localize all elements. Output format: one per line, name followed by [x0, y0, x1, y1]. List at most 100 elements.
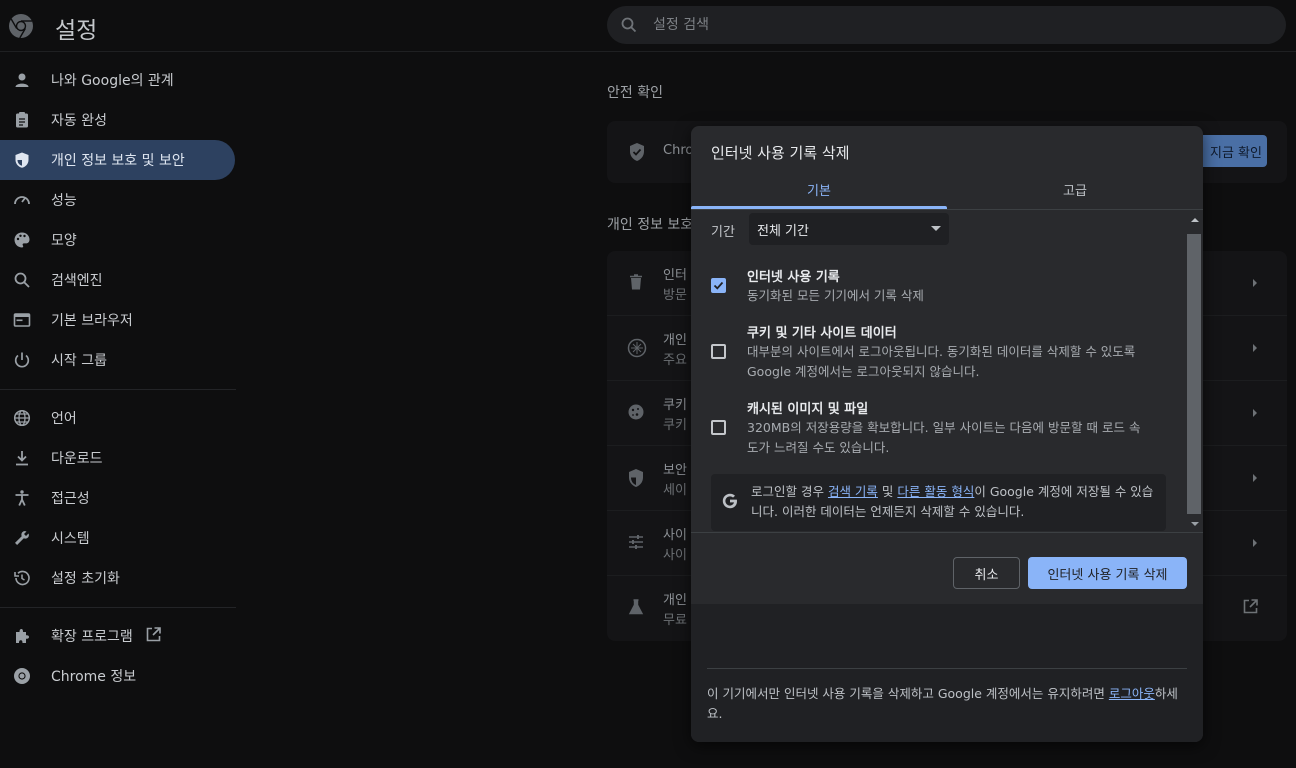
- tab-basic[interactable]: 기본: [691, 170, 947, 209]
- sidebar-item-label: 자동 완성: [51, 113, 107, 129]
- google-note-text: 로그인할 경우 검색 기록 및 다른 활동 형식이 Google 계정에 저장될…: [751, 482, 1161, 522]
- row-subtitle: 세이: [663, 483, 687, 498]
- cookie-icon: [628, 404, 644, 420]
- active-tab-indicator: [691, 206, 947, 209]
- sidebar-item-label: 나와 Google의 관계: [51, 73, 174, 89]
- option-title: 인터넷 사용 기록: [747, 270, 840, 285]
- option-cache: 캐시된 이미지 및 파일 320MB의 저장용량을 확보합니다. 일부 사이트는…: [711, 398, 1161, 458]
- sidebar-item-appearance[interactable]: 모양: [0, 220, 240, 260]
- accessibility-icon: [12, 488, 32, 508]
- option-title: 캐시된 이미지 및 파일: [747, 402, 869, 417]
- search-input[interactable]: [653, 6, 1253, 44]
- power-icon: [12, 350, 32, 370]
- sidebar-item-privacy[interactable]: 개인 정보 보호 및 보안: [0, 140, 235, 180]
- page-title: 설정: [55, 18, 98, 44]
- row-title: 개인: [663, 333, 687, 348]
- sidebar-item-autofill[interactable]: 자동 완성: [0, 100, 240, 140]
- sidebar-item-reset[interactable]: 설정 초기화: [0, 558, 240, 598]
- sign-out-link[interactable]: 로그아웃: [1109, 686, 1155, 701]
- chevron-right-icon: [1253, 539, 1257, 547]
- search-history-link[interactable]: 검색 기록: [828, 484, 878, 499]
- option-browsing-history: 인터넷 사용 기록 동기화된 모든 기기에서 기록 삭제: [711, 266, 1161, 306]
- shield-icon: [12, 150, 32, 170]
- cache-checkbox[interactable]: [711, 420, 726, 435]
- sidebar-item-search-engine[interactable]: 검색엔진: [0, 260, 240, 300]
- option-description: 동기화된 모든 기기에서 기록 삭제: [747, 288, 924, 303]
- note-text: 및: [877, 484, 898, 499]
- browsing-history-checkbox[interactable]: [711, 278, 726, 293]
- dialog-scroll-area: 기간 전체 기간 인터넷 사용 기록 동기화된 모든 기기에서 기록 삭제 쿠키…: [691, 210, 1203, 532]
- clipboard-icon: [12, 110, 32, 130]
- privacy-section-title: 개인 정보 보호: [607, 217, 694, 233]
- shield-icon: [629, 469, 643, 487]
- other-activity-link[interactable]: 다른 활동 형식: [897, 484, 974, 499]
- time-range-select[interactable]: 전체 기간: [749, 213, 949, 245]
- sidebar-item-languages[interactable]: 언어: [0, 398, 240, 438]
- sidebar-divider: [0, 389, 236, 390]
- chrome-logo-icon: [9, 14, 33, 39]
- sidebar-item-label: 접근성: [51, 491, 90, 507]
- sidebar-item-label: 언어: [51, 411, 77, 427]
- search-icon: [12, 270, 32, 290]
- safety-check-title: 안전 확인: [607, 85, 663, 101]
- chevron-right-icon: [1253, 279, 1257, 287]
- trash-icon: [630, 274, 642, 290]
- option-description: 320MB의 저장용량을 확보합니다. 일부 사이트는 다음에 방문할 때 로드…: [747, 420, 1141, 455]
- shield-check-icon: [630, 143, 644, 161]
- clear-data-button[interactable]: 인터넷 사용 기록 삭제: [1028, 557, 1187, 589]
- note-text: 로그인할 경우: [751, 484, 828, 499]
- sidebar-item-performance[interactable]: 성능: [0, 180, 240, 220]
- sidebar-item-startup[interactable]: 시작 그룹: [0, 340, 240, 380]
- sidebar-item-label: 다운로드: [51, 451, 103, 467]
- sidebar-item-about-chrome[interactable]: Chrome 정보: [0, 656, 240, 696]
- sidebar-item-label: Chrome 정보: [51, 669, 137, 685]
- compass-icon: [627, 338, 647, 358]
- sidebar-item-default-browser[interactable]: 기본 브라우저: [0, 300, 240, 340]
- cookies-checkbox[interactable]: [711, 344, 726, 359]
- row-title: 사이: [663, 528, 687, 543]
- row-subtitle: 사이: [663, 548, 687, 563]
- footer-note: 이 기기에서만 인터넷 사용 기록을 삭제하고 Google 계정에서는 유지하…: [707, 686, 1109, 701]
- tab-advanced[interactable]: 고급: [947, 170, 1203, 209]
- dropdown-arrow-icon: [931, 226, 941, 231]
- check-now-button[interactable]: 지금 확인: [1195, 135, 1267, 167]
- time-range-value: 전체 기간: [757, 223, 809, 239]
- sidebar-item-label: 검색엔진: [51, 273, 103, 289]
- scrollbar-thumb[interactable]: [1187, 234, 1201, 514]
- dialog-footer: 이 기기에서만 인터넷 사용 기록을 삭제하고 Google 계정에서는 유지하…: [691, 604, 1203, 742]
- sidebar-item-label: 개인 정보 보호 및 보안: [51, 153, 185, 169]
- top-bar: 설정: [0, 0, 1296, 52]
- speedometer-icon: [12, 190, 32, 210]
- sidebar-item-system[interactable]: 시스템: [0, 518, 240, 558]
- sidebar-item-accessibility[interactable]: 접근성: [0, 478, 240, 518]
- google-g-icon: [722, 493, 737, 509]
- sidebar-divider: [0, 607, 236, 608]
- external-link-icon: [1243, 599, 1258, 614]
- wrench-icon: [12, 528, 32, 548]
- row-subtitle: 무료: [663, 613, 687, 628]
- chrome-icon: [12, 666, 32, 686]
- chevron-right-icon: [1253, 344, 1257, 352]
- palette-icon: [12, 230, 32, 250]
- sidebar-item-extensions[interactable]: 확장 프로그램: [0, 616, 240, 656]
- row-subtitle: 방문: [663, 288, 687, 303]
- sidebar-item-downloads[interactable]: 다운로드: [0, 438, 240, 478]
- search-icon: [621, 17, 637, 33]
- row-title: 인터: [663, 268, 687, 283]
- chevron-right-icon: [1253, 409, 1257, 417]
- search-box[interactable]: [607, 6, 1286, 44]
- sidebar-item-label: 모양: [51, 233, 77, 249]
- dialog-tabs: 기본 고급: [691, 170, 1203, 210]
- row-subtitle: 주요: [663, 353, 687, 368]
- chevron-right-icon: [1253, 474, 1257, 482]
- download-icon: [12, 448, 32, 468]
- sidebar-item-label: 성능: [51, 193, 77, 209]
- row-title: 보안: [663, 463, 687, 478]
- cancel-button[interactable]: 취소: [953, 557, 1020, 589]
- dialog-divider: [691, 532, 1203, 533]
- person-icon: [12, 70, 32, 90]
- check-icon: [713, 281, 724, 290]
- time-range-label: 기간: [711, 225, 735, 240]
- sidebar-item-you-and-google[interactable]: 나와 Google의 관계: [0, 60, 240, 100]
- flask-icon: [628, 599, 644, 615]
